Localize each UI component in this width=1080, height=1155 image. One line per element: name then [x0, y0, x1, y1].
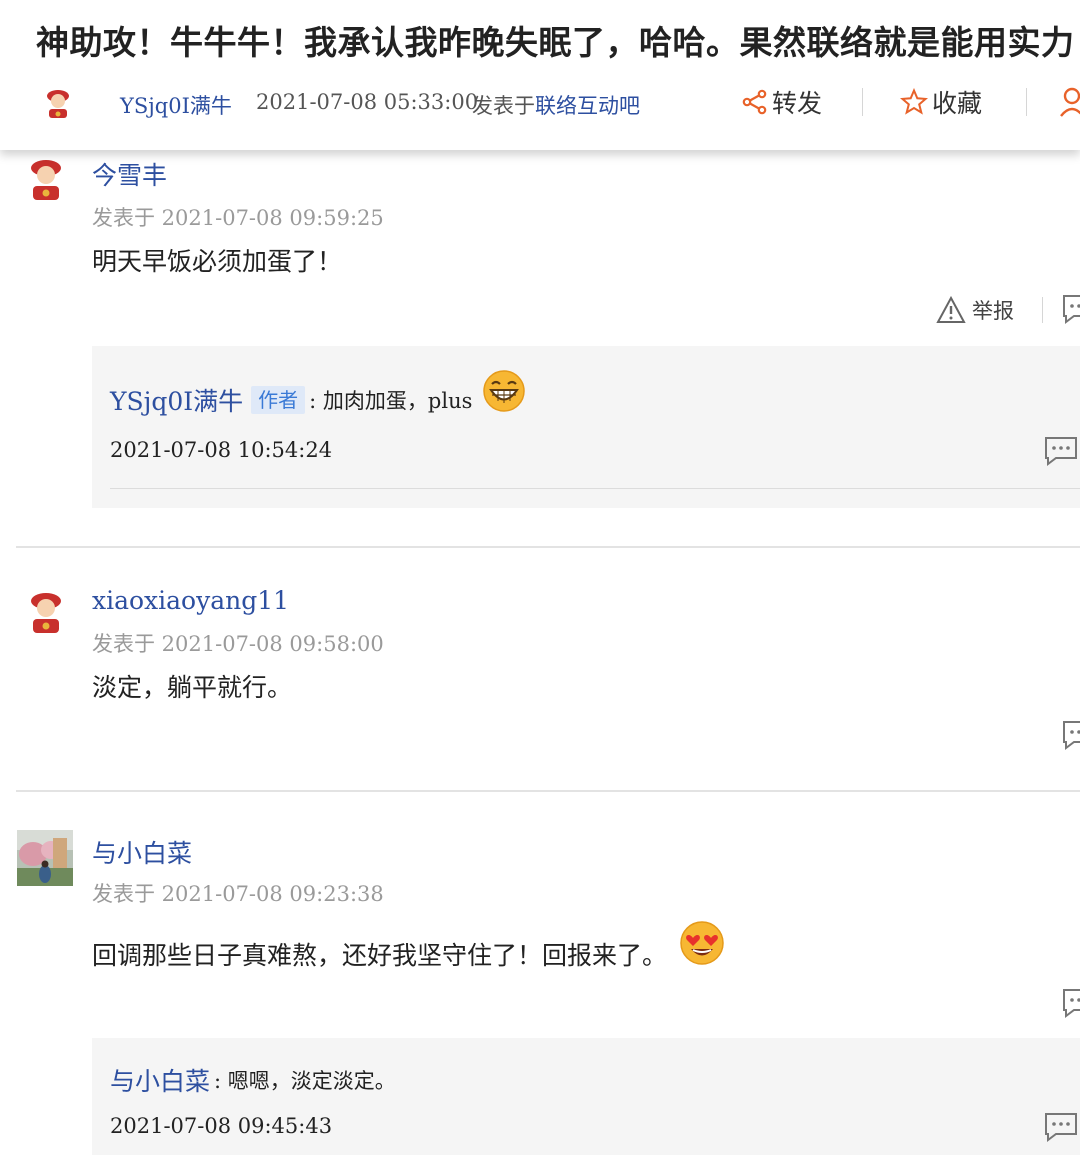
comment-text-line: 回调那些日子真难熬，还好我坚守住了！回报来了。 — [92, 921, 725, 972]
reply-box: 与小白菜 : 嗯嗯，淡定淡定。 2021-07-08 09:45:43 — [92, 1038, 1080, 1155]
comment-time: 发表于 2021-07-08 09:23:38 — [92, 882, 384, 906]
post-header: 神助攻！牛牛牛！我承认我昨晚失眠了，哈哈。果然联络就是能用实力 YSjq0I满牛… — [0, 0, 1080, 150]
grinning-emoji-icon — [483, 370, 526, 412]
comment-icon[interactable] — [1062, 294, 1080, 324]
comment-text: 明天早饭必须加蛋了！ — [92, 247, 343, 276]
comment-icon[interactable] — [1044, 1112, 1078, 1142]
author-avatar[interactable] — [42, 86, 74, 120]
comment-separator — [16, 790, 1080, 792]
posted-in-prefix: 发表于 — [472, 94, 535, 118]
warning-icon — [936, 296, 966, 323]
comment-text: 回调那些日子真难熬，还好我坚守住了！回报来了。 — [92, 941, 668, 970]
comment-time: 发表于 2021-07-08 09:58:00 — [92, 632, 384, 656]
action-divider — [1026, 88, 1027, 116]
share-icon — [742, 89, 767, 115]
reply-text: : 加肉加蛋，plus — [309, 389, 473, 413]
favorite-label: 收藏 — [932, 89, 983, 118]
author-tag: 作者 — [251, 386, 306, 414]
post-title: 神助攻！牛牛牛！我承认我昨晚失眠了，哈哈。果然联络就是能用实力 — [36, 23, 1075, 62]
reply-username[interactable]: YSjq0I满牛 — [110, 382, 243, 418]
user-icon[interactable] — [1058, 86, 1080, 118]
favorite-button[interactable]: 收藏 — [900, 84, 982, 120]
heart-eyes-emoji-icon — [680, 921, 724, 965]
reply-item: 与小白菜 : 嗯嗯，淡定淡定。 — [110, 1062, 396, 1098]
user-avatar[interactable] — [24, 588, 68, 636]
comment-username[interactable]: xiaoxiaoyang11 — [92, 586, 289, 615]
comment-icon[interactable] — [1044, 436, 1078, 466]
action-divider — [1042, 297, 1043, 323]
comment-text: 淡定，躺平就行。 — [92, 673, 293, 702]
reply-divider — [110, 488, 1080, 489]
action-divider — [862, 88, 863, 116]
reply-username[interactable]: 与小白菜 — [110, 1062, 210, 1098]
reply-item: YSjq0I满牛 作者 : 加肉加蛋，plus — [110, 370, 526, 418]
post-meta: YSjq0I满牛 2021-07-08 05:33:00 发表于联络互动吧 转发… — [0, 78, 1080, 128]
comment-icon[interactable] — [1062, 988, 1080, 1018]
reply-time: 2021-07-08 10:54:24 — [110, 438, 333, 462]
reply-box: YSjq0I满牛 作者 : 加肉加蛋，plus 2021-07-08 10:54… — [92, 346, 1080, 508]
comment-time: 发表于 2021-07-08 09:59:25 — [92, 206, 384, 230]
user-avatar[interactable] — [17, 830, 73, 886]
post-author-link[interactable]: YSjq0I满牛 — [120, 90, 232, 120]
comment-username[interactable]: 与小白菜 — [92, 834, 192, 870]
comment-icon[interactable] — [1062, 720, 1080, 750]
comment-username[interactable]: 今雪丰 — [92, 156, 167, 192]
report-button[interactable]: 举报 — [936, 295, 1014, 325]
post-time: 2021-07-08 05:33:00 — [256, 90, 479, 114]
comment-separator — [16, 546, 1080, 548]
reply-time: 2021-07-08 09:45:43 — [110, 1114, 333, 1138]
share-label: 转发 — [772, 89, 823, 118]
user-avatar[interactable] — [24, 155, 68, 203]
reply-text: : 嗯嗯，淡定淡定。 — [214, 1069, 396, 1093]
forum-link[interactable]: 联络互动吧 — [535, 94, 640, 118]
report-label: 举报 — [972, 299, 1014, 323]
post-forum-info: 发表于联络互动吧 — [472, 90, 640, 120]
share-button[interactable]: 转发 — [742, 84, 822, 120]
star-icon — [900, 88, 928, 115]
